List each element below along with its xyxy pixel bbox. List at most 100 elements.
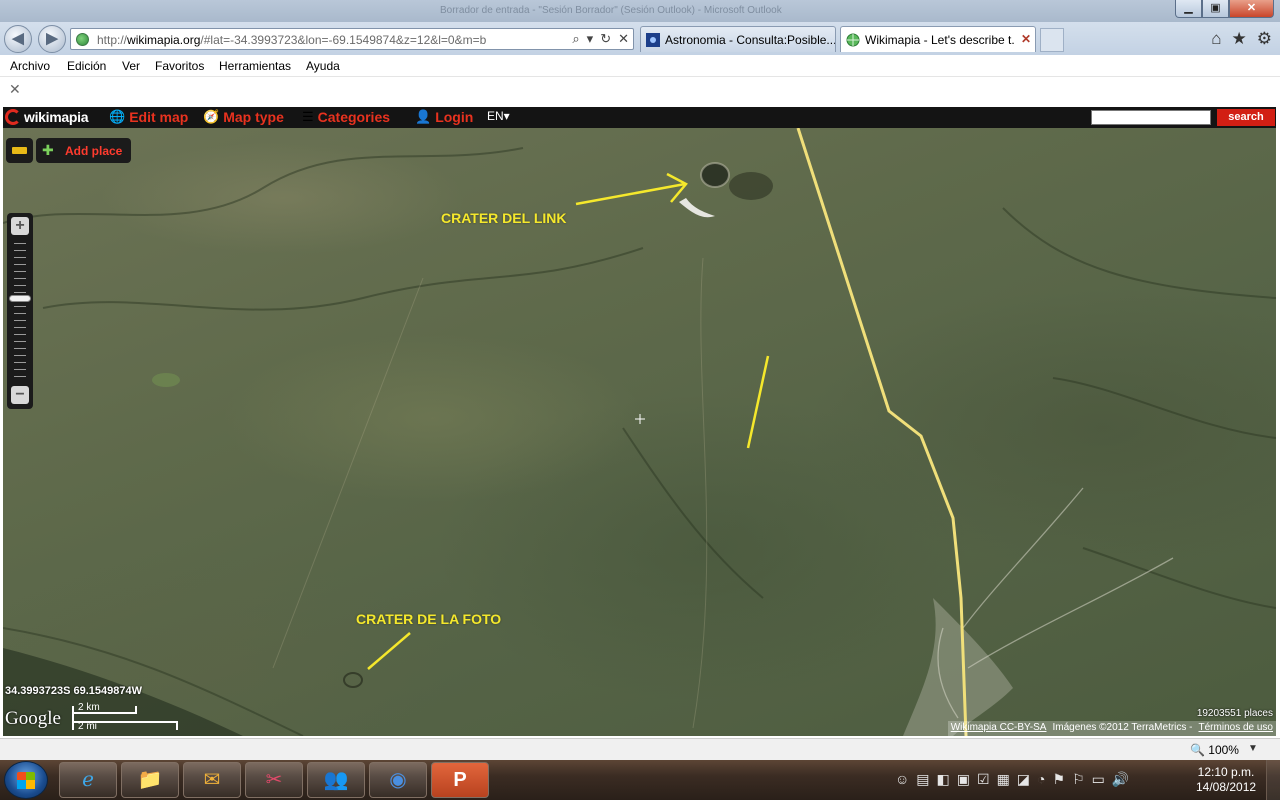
categories-button[interactable]: ☰ Categories: [302, 109, 390, 125]
tray-icon[interactable]: ⚐: [1072, 771, 1085, 788]
new-tab-button[interactable]: [1040, 28, 1064, 52]
network-icon[interactable]: ▭: [1092, 771, 1105, 788]
scale-bar: 2 km 2 mi: [72, 702, 178, 732]
tray-icon[interactable]: ◔: [1037, 771, 1045, 788]
zoom-control: + −: [7, 213, 33, 409]
paint-taskbar-icon[interactable]: ✂: [245, 762, 303, 798]
internet-explorer-taskbar-icon[interactable]: ℯ: [59, 762, 117, 798]
google-earth-taskbar-icon[interactable]: ◉: [369, 762, 427, 798]
tab-label: Astronomia - Consulta:Posible...: [665, 33, 835, 47]
annotation-crater-photo: CRATER DE LA FOTO: [356, 611, 502, 627]
tray-icon[interactable]: ▦: [997, 771, 1010, 788]
page-content: wikimapia 🌐 Edit map 🧭 Map type ☰ Catego…: [0, 103, 1280, 738]
browser-tools: ⌂ ★ ⚙: [1211, 29, 1272, 49]
add-place-icon: ✚: [42, 142, 54, 158]
pencil-globe-icon: 🌐: [109, 109, 126, 124]
close-tab-icon[interactable]: ✕: [1021, 32, 1031, 46]
imagery-credit: Imágenes ©2012 TerraMetrics -: [1052, 722, 1193, 733]
ruler-button[interactable]: [6, 138, 33, 163]
menu-favoritos[interactable]: Favoritos: [155, 59, 204, 73]
wikimapia-logo[interactable]: wikimapia: [5, 109, 89, 125]
maximize-button[interactable]: ▣: [1202, 0, 1229, 18]
zoom-dropdown-icon[interactable]: ▼: [1248, 743, 1258, 754]
search-input[interactable]: [1091, 110, 1211, 125]
tray-icon[interactable]: ▤: [916, 771, 929, 788]
tab-astronomia[interactable]: Astronomia - Consulta:Posible...: [640, 26, 836, 52]
site-globe-icon: [76, 33, 89, 46]
close-window-button[interactable]: ✕: [1229, 0, 1274, 18]
settings-gear-icon[interactable]: ⚙: [1257, 29, 1272, 49]
volume-icon[interactable]: 🔊: [1112, 771, 1129, 788]
list-icon: ☰: [302, 109, 314, 124]
show-desktop-button[interactable]: [1266, 760, 1280, 800]
tab-label: Wikimapia - Let's describe t...: [865, 33, 1015, 47]
add-place-button[interactable]: ✚ Add place: [36, 138, 131, 163]
user-icon: 👤: [415, 109, 432, 124]
map-terrain: [3, 128, 1276, 736]
tray-icon[interactable]: ☺: [895, 771, 909, 788]
license-link[interactable]: Wikimapia CC-BY-SA: [951, 722, 1047, 735]
window-ghost-title: Borrador de entrada - "Sesión Borrador" …: [440, 5, 782, 16]
globe-favicon-icon: [846, 33, 860, 47]
edit-map-button[interactable]: 🌐 Edit map: [109, 109, 188, 125]
search-button[interactable]: search: [1217, 109, 1275, 126]
taskbar: ℯ 📁 ✉ ✂ 👥 ◉ P ☺ ▤ ◧ ▣ ☑ ▦ ◪ ◔ ⚑ ⚐ ▭ 🔊 12…: [0, 760, 1280, 800]
chevron-down-icon[interactable]: ▾: [587, 31, 594, 47]
scale-km-label: 2 km: [78, 702, 100, 713]
zoom-track[interactable]: [14, 243, 26, 379]
file-explorer-taskbar-icon[interactable]: 📁: [121, 762, 179, 798]
map-attribution: Wikimapia CC-BY-SA Imágenes ©2012 TerraM…: [947, 721, 1276, 736]
stop-icon[interactable]: ✕: [618, 31, 629, 47]
address-tools: ⌕ ▾ ↻ ✕: [572, 31, 629, 47]
address-url[interactable]: http://wikimapia.org/#lat=-34.3993723&lo…: [97, 33, 486, 47]
window-controls: ▁ ▣ ✕: [1175, 0, 1274, 18]
search-icon[interactable]: ⌕: [572, 31, 579, 47]
zoom-slider-handle[interactable]: [9, 295, 31, 302]
satellite-map[interactable]: ✚ Add place + − CRATER DEL LINK CRATER D…: [3, 128, 1276, 736]
coordinates-readout: 34.3993723S 69.1549874W: [5, 685, 143, 697]
home-icon[interactable]: ⌂: [1211, 29, 1221, 49]
outlook-taskbar-icon[interactable]: ✉: [183, 762, 241, 798]
start-button[interactable]: [4, 761, 48, 799]
menu-archivo[interactable]: Archivo: [10, 59, 50, 73]
messenger-taskbar-icon[interactable]: 👥: [307, 762, 365, 798]
page-zoom-level[interactable]: 🔍 100%: [1190, 743, 1239, 757]
google-logo[interactable]: Google: [5, 708, 61, 730]
zoom-out-button[interactable]: −: [11, 386, 29, 404]
powerpoint-taskbar-icon[interactable]: P: [431, 762, 489, 798]
map-type-button[interactable]: 🧭 Map type: [203, 109, 284, 125]
action-center-flag-icon[interactable]: ⚑: [1053, 771, 1066, 788]
minimize-button[interactable]: ▁: [1175, 0, 1202, 18]
tray-icon[interactable]: ▣: [957, 771, 970, 788]
navigation-bar: ◀ ▶ http://wikimapia.org/#lat=-34.399372…: [0, 22, 1280, 55]
tray-icon[interactable]: ◪: [1017, 771, 1030, 788]
tray-icon[interactable]: ◧: [937, 771, 950, 788]
address-bar[interactable]: http://wikimapia.org/#lat=-34.3993723&lo…: [70, 28, 634, 50]
tab-wikimapia[interactable]: Wikimapia - Let's describe t... ✕: [840, 26, 1036, 52]
menu-herramientas[interactable]: Herramientas: [219, 59, 291, 73]
clock-date: 14/08/2012: [1196, 780, 1257, 794]
wikimapia-logo-icon: [5, 109, 21, 125]
ruler-icon: [12, 147, 27, 154]
terms-link[interactable]: Términos de uso: [1199, 722, 1273, 735]
refresh-icon[interactable]: ↻: [600, 31, 611, 47]
language-selector[interactable]: EN▾: [487, 109, 510, 123]
menu-ver[interactable]: Ver: [122, 59, 140, 73]
compass-icon: 🧭: [203, 109, 220, 124]
login-button[interactable]: 👤 Login: [415, 109, 473, 125]
wikimapia-toolbar: wikimapia 🌐 Edit map 🧭 Map type ☰ Catego…: [3, 107, 1276, 128]
system-clock[interactable]: 12:10 p.m. 14/08/2012: [1196, 765, 1256, 795]
tray-icon[interactable]: ☑: [977, 771, 990, 788]
zoom-in-button[interactable]: +: [11, 217, 29, 235]
windows-logo-icon: [17, 772, 35, 789]
menu-bar: Archivo Edición Ver Favoritos Herramient…: [0, 55, 1280, 77]
forward-button[interactable]: ▶: [38, 25, 66, 53]
notification-bar: ✕: [0, 77, 1280, 103]
scale-mi-label: 2 mi: [78, 721, 97, 732]
favorites-star-icon[interactable]: ★: [1232, 29, 1247, 49]
close-bar-icon[interactable]: ✕: [9, 81, 21, 98]
menu-ayuda[interactable]: Ayuda: [306, 59, 340, 73]
system-tray: ☺ ▤ ◧ ▣ ☑ ▦ ◪ ◔ ⚑ ⚐ ▭ 🔊: [895, 771, 1129, 788]
menu-edicion[interactable]: Edición: [67, 59, 106, 73]
back-button[interactable]: ◀: [4, 25, 32, 53]
